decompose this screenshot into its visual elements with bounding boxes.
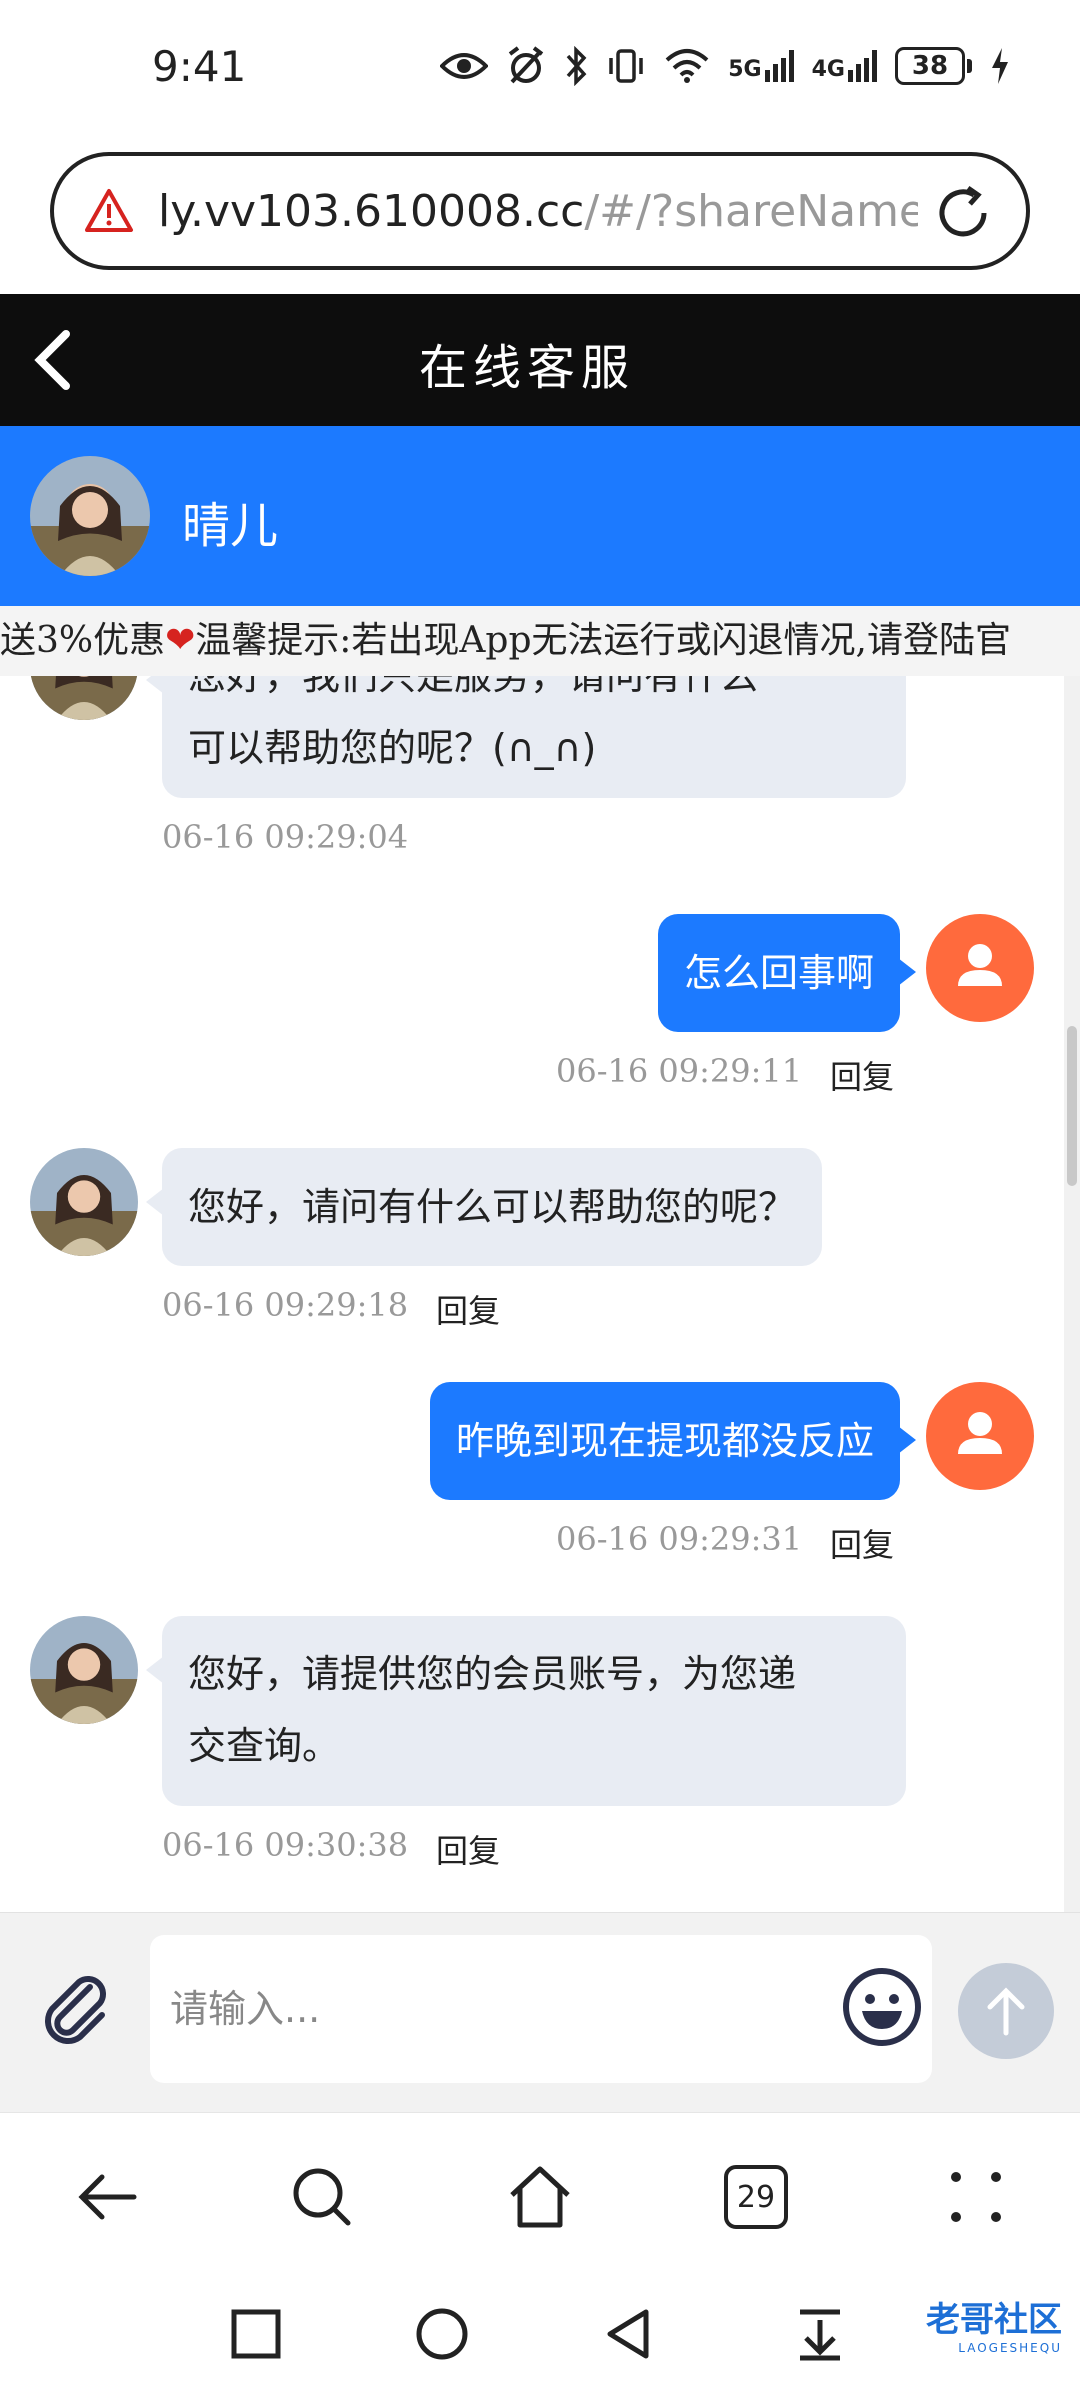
agent-bar: 晴儿 <box>0 426 1080 606</box>
home-circle-icon[interactable] <box>412 2304 472 2364</box>
notice-text-after: 温馨提示:若出现App无法运行或闪退情况,请登陆官 <box>195 620 1011 661</box>
message-timestamp: 06-16 09:29:31 <box>556 1520 803 1558</box>
refresh-icon[interactable] <box>934 184 992 242</box>
network-4g-label: 4G <box>811 57 845 82</box>
charging-icon <box>992 48 1008 84</box>
user-avatar <box>926 914 1034 1022</box>
download-icon[interactable] <box>790 2304 850 2364</box>
signal-4g-icon: 4G <box>812 50 877 82</box>
url-text[interactable]: ly.vv103.610008.cc/#/?shareName <box>158 186 918 237</box>
emoji-icon[interactable] <box>840 1965 924 2049</box>
agent-message-avatar <box>30 676 138 720</box>
chat-scrollbar[interactable] <box>1064 676 1080 1912</box>
address-bar[interactable]: ly.vv103.610008.cc/#/?shareName <box>50 152 1030 270</box>
battery-icon: 38 <box>895 47 972 85</box>
vibrate-icon <box>609 49 643 83</box>
browser-back-icon[interactable] <box>72 2161 144 2233</box>
recents-icon[interactable] <box>226 2304 286 2364</box>
home-icon[interactable] <box>504 2161 576 2233</box>
user-message-bubble: 昨晚到现在提现都没反应 <box>429 1382 917 1500</box>
url-host: ly.vv103.610008.cc <box>158 185 585 237</box>
search-icon[interactable] <box>286 2161 358 2233</box>
user-avatar <box>926 1382 1034 1490</box>
system-nav-bar: 老哥社区 LAOGESHEQU <box>0 2282 1080 2400</box>
message-timestamp: 06-16 09:29:18 <box>162 1286 409 1324</box>
notice-marquee: 送3%优惠❤温馨提示:若出现App无法运行或闪退情况,请登陆官 <box>0 606 1080 676</box>
message-line: 您好，请提供您的会员账号，为您递 <box>188 1652 797 1696</box>
user-message-bubble: 怎么回事啊 <box>657 914 917 1032</box>
message-line: 您好，我们只是服务，请问有什么 <box>188 676 759 698</box>
chat-area[interactable]: 您好，我们只是服务，请问有什么 可以帮助您的呢？(∩_∩) 06-16 09:2… <box>0 676 1080 1912</box>
message-timestamp: 06-16 09:30:38 <box>162 1826 409 1864</box>
attachment-icon[interactable] <box>36 1967 116 2047</box>
send-button[interactable] <box>958 1963 1054 2059</box>
arrow-up-icon <box>987 1987 1025 2036</box>
status-icons: 5G 4G 38 <box>440 46 1010 86</box>
message-line: 可以帮助您的呢？(∩_∩) <box>188 726 597 770</box>
watermark-text: 老哥社区 <box>926 2300 1062 2340</box>
reply-link[interactable]: 回复 <box>436 1286 500 1332</box>
battery-level: 38 <box>895 47 965 85</box>
wifi-icon <box>665 49 709 83</box>
agent-name: 晴儿 <box>182 498 279 554</box>
eye-icon <box>440 53 489 79</box>
more-icon[interactable] <box>940 2161 1012 2233</box>
agent-message-avatar <box>30 1148 138 1256</box>
agent-message-avatar <box>30 1616 138 1724</box>
scroll-thumb[interactable] <box>1067 1026 1077 1186</box>
warning-icon[interactable] <box>84 186 134 236</box>
agent-message-bubble: 您好，我们只是服务，请问有什么 可以帮助您的呢？(∩_∩) <box>146 676 906 798</box>
input-bar <box>0 1912 1080 2112</box>
page-header: 在线客服 <box>0 294 1080 426</box>
message-timestamp: 06-16 09:29:04 <box>162 818 409 856</box>
bluetooth-icon <box>566 46 587 86</box>
agent-avatar <box>30 456 150 576</box>
agent-message-bubble: 您好，请问有什么可以帮助您的呢？ <box>145 1148 823 1266</box>
message-line: 交查询。 <box>188 1724 341 1768</box>
reply-link[interactable]: 回复 <box>830 1520 894 1566</box>
alarm-off-icon <box>509 46 544 84</box>
message-timestamp: 06-16 09:29:11 <box>556 1052 803 1090</box>
page-title: 在线客服 <box>418 340 635 396</box>
status-bar: 9:41 5G 4G 38 <box>0 0 1080 140</box>
url-path: /#/?shareName <box>584 185 918 237</box>
browser-toolbar: 29 <box>0 2112 1080 2282</box>
agent-message-bubble: 您好，请提供您的会员账号，为您递 交查询。 <box>146 1616 906 1806</box>
tabs-button[interactable]: 29 <box>724 2165 788 2229</box>
reply-link[interactable]: 回复 <box>830 1052 894 1098</box>
back-triangle-icon[interactable] <box>598 2304 658 2364</box>
network-5g-label: 5G <box>728 57 762 82</box>
message-input[interactable] <box>150 1935 932 2083</box>
watermark-logo: 老哥社区 LAOGESHEQU <box>926 2292 1062 2355</box>
signal-5g-icon: 5G <box>728 50 794 82</box>
watermark-subtext: LAOGESHEQU <box>958 2341 1062 2355</box>
notice-text-before: 送3%优惠 <box>0 620 166 661</box>
heart-icon: ❤ <box>165 620 196 661</box>
status-time: 9:41 <box>152 42 247 91</box>
reply-link[interactable]: 回复 <box>436 1826 500 1872</box>
